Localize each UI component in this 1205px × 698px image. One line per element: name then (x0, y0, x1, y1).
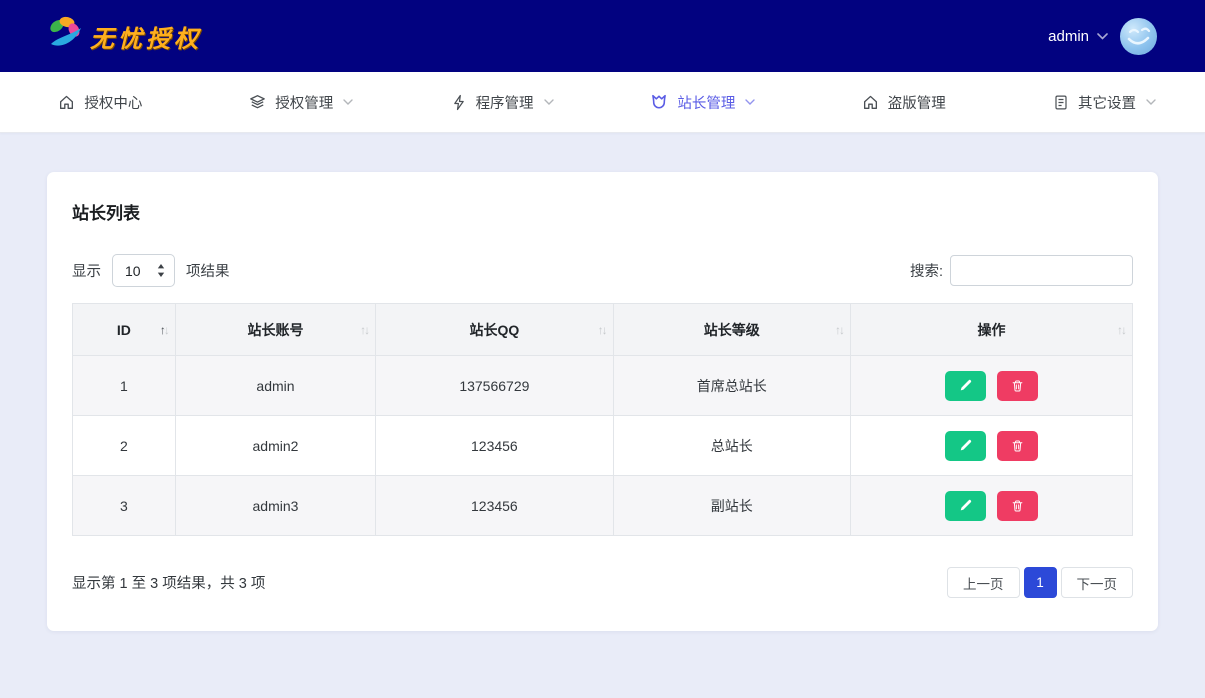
table-row: 2 admin2 123456 总站长 (73, 416, 1133, 476)
cell-id: 2 (73, 416, 176, 476)
main-content: 站长列表 显示 10 项结果 搜索: ID ↑↓ (0, 133, 1205, 631)
cell-operations (851, 476, 1133, 536)
column-header-qq[interactable]: 站长QQ ↑↓ (376, 304, 613, 356)
previous-page-button[interactable]: 上一页 (947, 567, 1020, 598)
user-menu[interactable]: admin (1048, 28, 1108, 45)
edit-button[interactable] (945, 431, 986, 461)
home-icon (58, 94, 75, 111)
app-header: 无忧授权 admin (0, 0, 1205, 72)
delete-button[interactable] (997, 491, 1038, 521)
webmaster-table: ID ↑↓ 站长账号 ↑↓ 站长QQ ↑↓ 站长等级 ↑↓ (72, 303, 1133, 536)
cell-id: 3 (73, 476, 176, 536)
trash-icon (1011, 379, 1024, 393)
cell-qq: 137566729 (376, 356, 613, 416)
table-footer: 显示第 1 至 3 项结果，共 3 项 上一页 1 下一页 (72, 567, 1133, 598)
brand-logo[interactable]: 无忧授权 (44, 13, 202, 60)
avatar[interactable] (1120, 18, 1157, 55)
select-spinner-icon (157, 264, 165, 277)
user-area: admin (1048, 18, 1157, 55)
nav-item-other-settings[interactable]: 其它设置 (1004, 72, 1205, 132)
chevron-down-icon (1146, 99, 1156, 105)
page-length-control: 显示 10 项结果 (72, 254, 230, 287)
owl-icon (650, 93, 668, 111)
table-controls: 显示 10 项结果 搜索: (72, 254, 1133, 287)
page-length-value: 10 (125, 263, 141, 279)
cell-level: 副站长 (613, 476, 850, 536)
cell-id: 1 (73, 356, 176, 416)
pencil-icon (958, 379, 972, 393)
edit-button[interactable] (945, 491, 986, 521)
column-header-level[interactable]: 站长等级 ↑↓ (613, 304, 850, 356)
table-row: 1 admin 137566729 首席总站长 (73, 356, 1133, 416)
results-label: 项结果 (186, 260, 230, 281)
column-header-account[interactable]: 站长账号 ↑↓ (175, 304, 375, 356)
sort-arrows-icon: ↑↓ (598, 323, 606, 337)
file-text-icon (1053, 94, 1069, 111)
chevron-down-icon (745, 99, 755, 105)
cell-operations (851, 356, 1133, 416)
search-control: 搜索: (910, 255, 1133, 286)
layers-icon (249, 94, 266, 111)
nav-label: 授权中心 (84, 92, 142, 113)
brand-title: 无忧授权 (90, 19, 202, 54)
nav-label: 盗版管理 (888, 92, 946, 113)
results-summary: 显示第 1 至 3 项结果，共 3 项 (72, 572, 265, 593)
delete-button[interactable] (997, 431, 1038, 461)
search-label: 搜索: (910, 260, 943, 281)
nav-label: 授权管理 (275, 92, 333, 113)
show-label: 显示 (72, 260, 101, 281)
lightning-icon (451, 94, 467, 111)
pencil-icon (958, 499, 972, 513)
sort-arrows-icon: ↑↓ (160, 323, 168, 337)
next-page-button[interactable]: 下一页 (1061, 567, 1134, 598)
cell-level: 总站长 (613, 416, 850, 476)
cell-qq: 123456 (376, 416, 613, 476)
pagination: 上一页 1 下一页 (947, 567, 1133, 598)
chevron-down-icon (1097, 33, 1108, 40)
sort-arrows-icon: ↑↓ (835, 323, 843, 337)
nav-item-piracy-manage[interactable]: 盗版管理 (803, 72, 1004, 132)
nav-label: 程序管理 (476, 92, 534, 113)
table-header-row: ID ↑↓ 站长账号 ↑↓ 站长QQ ↑↓ 站长等级 ↑↓ (73, 304, 1133, 356)
trash-icon (1011, 499, 1024, 513)
cell-level: 首席总站长 (613, 356, 850, 416)
page-number-button[interactable]: 1 (1024, 567, 1057, 598)
avatar-smiley-icon (1120, 18, 1157, 55)
cell-account: admin2 (175, 416, 375, 476)
user-name-label: admin (1048, 28, 1089, 45)
page-length-select[interactable]: 10 (112, 254, 175, 287)
cell-qq: 123456 (376, 476, 613, 536)
column-header-operations[interactable]: 操作 ↑↓ (851, 304, 1133, 356)
nav-item-auth-center[interactable]: 授权中心 (0, 72, 201, 132)
brand-flower-icon (44, 13, 86, 60)
search-input[interactable] (950, 255, 1133, 286)
nav-label: 其它设置 (1078, 92, 1136, 113)
cell-account: admin (175, 356, 375, 416)
main-nav: 授权中心 授权管理 程序管理 站长管理 盗版管理 其它设置 (0, 72, 1205, 133)
delete-button[interactable] (997, 371, 1038, 401)
sort-arrows-icon: ↑↓ (1117, 323, 1125, 337)
home-icon (862, 94, 879, 111)
nav-label: 站长管理 (677, 92, 735, 113)
trash-icon (1011, 439, 1024, 453)
nav-item-webmaster-manage[interactable]: 站长管理 (602, 72, 803, 132)
page-title: 站长列表 (72, 199, 1133, 224)
webmaster-list-card: 站长列表 显示 10 项结果 搜索: ID ↑↓ (47, 172, 1158, 631)
column-header-id[interactable]: ID ↑↓ (73, 304, 176, 356)
chevron-down-icon (544, 99, 554, 105)
chevron-down-icon (343, 99, 353, 105)
nav-item-auth-manage[interactable]: 授权管理 (201, 72, 402, 132)
edit-button[interactable] (945, 371, 986, 401)
cell-account: admin3 (175, 476, 375, 536)
sort-arrows-icon: ↑↓ (360, 323, 368, 337)
cell-operations (851, 416, 1133, 476)
table-row: 3 admin3 123456 副站长 (73, 476, 1133, 536)
pencil-icon (958, 439, 972, 453)
nav-item-program-manage[interactable]: 程序管理 (402, 72, 603, 132)
